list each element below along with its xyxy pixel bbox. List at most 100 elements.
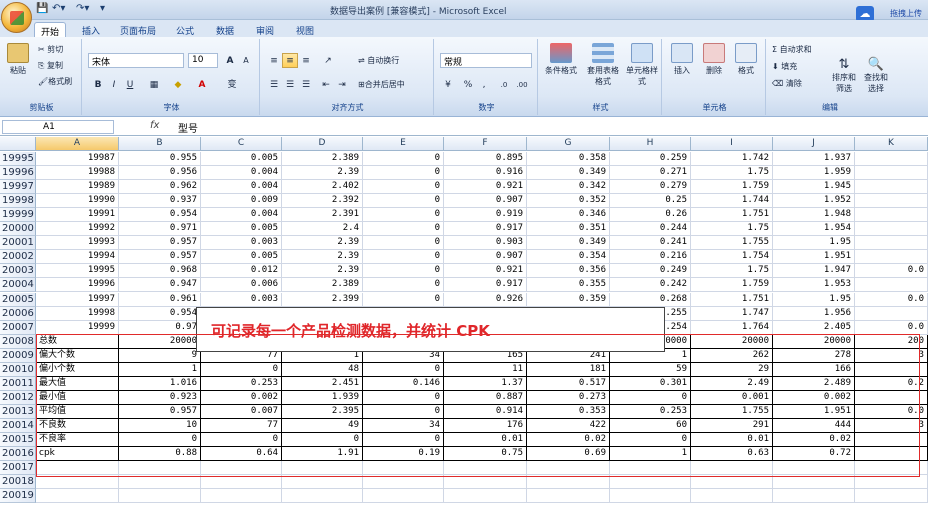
row-header[interactable]: 19999 xyxy=(0,208,36,223)
cell-K-20016[interactable] xyxy=(855,447,928,462)
row-header[interactable]: 20017 xyxy=(0,461,36,476)
cell-F-20000[interactable]: 0.917 xyxy=(444,222,527,237)
cell-E-19999[interactable]: 0 xyxy=(363,208,444,223)
cell-I-20012[interactable]: 0.001 xyxy=(691,390,773,405)
cell-J-20010[interactable]: 166 xyxy=(773,362,855,377)
conditional-format-button[interactable]: 条件格式 xyxy=(542,43,580,76)
row-header[interactable]: 20003 xyxy=(0,264,36,279)
cell-D-19996[interactable]: 2.39 xyxy=(282,166,363,181)
decrease-decimal-icon[interactable]: .00 xyxy=(514,77,530,92)
cell-I-20014[interactable]: 291 xyxy=(691,418,773,433)
cell-H-20005[interactable]: 0.268 xyxy=(610,292,691,307)
cell-F-20018[interactable] xyxy=(444,475,527,490)
cell-F-19997[interactable]: 0.921 xyxy=(444,180,527,195)
cell-K-20006[interactable] xyxy=(855,306,928,321)
cell-H-20017[interactable] xyxy=(610,461,691,476)
cell-C-20001[interactable]: 0.003 xyxy=(201,236,282,251)
underline-button[interactable]: U xyxy=(122,77,138,92)
align-top-icon[interactable]: ≡ xyxy=(266,53,282,68)
row-header[interactable]: 20007 xyxy=(0,320,36,335)
delete-button[interactable]: 删除 xyxy=(700,43,728,76)
cell-A-19997[interactable]: 19989 xyxy=(36,180,119,195)
cell-H-20002[interactable]: 0.216 xyxy=(610,250,691,265)
cell-B-19996[interactable]: 0.956 xyxy=(119,166,201,181)
cell-E-19997[interactable]: 0 xyxy=(363,180,444,195)
cell-A-19996[interactable]: 19988 xyxy=(36,166,119,181)
cell-K-20002[interactable] xyxy=(855,250,928,265)
cell-I-20007[interactable]: 1.764 xyxy=(691,320,773,335)
cell-A-20009[interactable]: 偏大个数 xyxy=(36,348,119,363)
cell-A-20017[interactable] xyxy=(36,461,119,476)
cell-I-20005[interactable]: 1.751 xyxy=(691,292,773,307)
cell-C-19999[interactable]: 0.004 xyxy=(201,208,282,223)
tab-4[interactable]: 数据 xyxy=(210,22,240,37)
cell-K-20012[interactable] xyxy=(855,390,928,405)
cell-E-20004[interactable]: 0 xyxy=(363,278,444,293)
cell-J-20017[interactable] xyxy=(773,461,855,476)
row-header[interactable]: 20011 xyxy=(0,376,36,391)
column-header-E[interactable]: E xyxy=(363,137,444,151)
cell-J-20019[interactable] xyxy=(773,489,855,504)
cell-E-20010[interactable]: 0 xyxy=(363,362,444,377)
find-select-button[interactable]: 🔍 查找和选择 xyxy=(862,57,890,94)
cell-C-19997[interactable]: 0.004 xyxy=(201,180,282,195)
cell-H-20019[interactable] xyxy=(610,489,691,504)
cell-B-19998[interactable]: 0.937 xyxy=(119,194,201,209)
cell-K-20008[interactable]: 200 xyxy=(855,334,928,349)
row-header[interactable]: 19998 xyxy=(0,194,36,209)
cell-E-20018[interactable] xyxy=(363,475,444,490)
font-name-select[interactable]: 宋体 xyxy=(88,53,184,68)
column-header-D[interactable]: D xyxy=(282,137,363,151)
cell-K-20000[interactable] xyxy=(855,222,928,237)
cell-J-19996[interactable]: 1.959 xyxy=(773,166,855,181)
cell-B-20011[interactable]: 1.016 xyxy=(119,376,201,391)
cell-A-20004[interactable]: 19996 xyxy=(36,278,119,293)
italic-button[interactable]: I xyxy=(106,77,122,92)
undo-icon[interactable]: ↶▾ xyxy=(52,3,65,17)
cell-G-20010[interactable]: 181 xyxy=(527,362,610,377)
cell-K-19999[interactable] xyxy=(855,208,928,223)
tab-5[interactable]: 审阅 xyxy=(250,22,280,37)
cell-I-20001[interactable]: 1.755 xyxy=(691,236,773,251)
cell-K-20003[interactable]: 0.0 xyxy=(855,264,928,279)
orientation-icon[interactable]: ↗ xyxy=(320,53,336,68)
cell-H-20015[interactable]: 0 xyxy=(610,433,691,447)
cell-E-20016[interactable]: 0.19 xyxy=(363,447,444,462)
cell-C-19995[interactable]: 0.005 xyxy=(201,152,282,166)
tab-0[interactable]: 开始 xyxy=(34,22,67,38)
cell-E-20013[interactable]: 0 xyxy=(363,404,444,419)
cell-F-19996[interactable]: 0.916 xyxy=(444,166,527,181)
row-header[interactable]: 20000 xyxy=(0,222,36,237)
format-painter-button[interactable]: 🖌格式刷 xyxy=(38,76,72,87)
cell-F-20010[interactable]: 11 xyxy=(444,362,527,377)
column-header-C[interactable]: C xyxy=(201,137,282,151)
currency-icon[interactable]: ¥ xyxy=(440,77,456,92)
cell-J-20015[interactable]: 0.02 xyxy=(773,433,855,447)
font-size-select[interactable]: 10 xyxy=(188,53,218,68)
increase-decimal-icon[interactable]: .0 xyxy=(496,77,512,92)
tab-2[interactable]: 页面布局 xyxy=(114,22,162,37)
cell-B-20010[interactable]: 1 xyxy=(119,362,201,377)
align-left-icon[interactable]: ☰ xyxy=(266,77,282,92)
cell-F-20014[interactable]: 176 xyxy=(444,418,527,433)
cell-B-20007[interactable]: 0.97 xyxy=(119,320,201,335)
cell-J-19997[interactable]: 1.945 xyxy=(773,180,855,195)
cell-J-20003[interactable]: 1.947 xyxy=(773,264,855,279)
cell-D-19997[interactable]: 2.402 xyxy=(282,180,363,195)
cell-A-20011[interactable]: 最大值 xyxy=(36,376,119,391)
tab-6[interactable]: 视图 xyxy=(290,22,320,37)
cell-D-20012[interactable]: 1.939 xyxy=(282,390,363,405)
cell-A-20012[interactable]: 最小值 xyxy=(36,390,119,405)
cell-I-20019[interactable] xyxy=(691,489,773,504)
cell-K-19998[interactable] xyxy=(855,194,928,209)
align-right-icon[interactable]: ☰ xyxy=(298,77,314,92)
cell-K-20018[interactable] xyxy=(855,475,928,490)
cell-K-20004[interactable] xyxy=(855,278,928,293)
cell-H-20016[interactable]: 1 xyxy=(610,447,691,462)
cell-F-20011[interactable]: 1.37 xyxy=(444,376,527,391)
row-header[interactable]: 19997 xyxy=(0,180,36,195)
row-header[interactable]: 20001 xyxy=(0,236,36,251)
cell-C-20011[interactable]: 0.253 xyxy=(201,376,282,391)
cell-A-20005[interactable]: 19997 xyxy=(36,292,119,307)
align-middle-icon[interactable]: ≡ xyxy=(282,53,298,68)
